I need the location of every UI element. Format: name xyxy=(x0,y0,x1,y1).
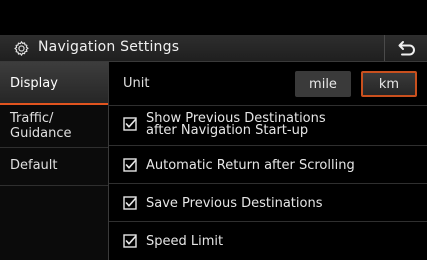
sidebar-item-label: Default xyxy=(10,158,58,173)
checkbox-checked-icon[interactable] xyxy=(123,158,137,172)
option-speed-limit[interactable]: Speed Limit xyxy=(109,222,427,260)
return-arrow-icon xyxy=(398,41,415,56)
option-automatic-return[interactable]: Automatic Return after Scrolling xyxy=(109,146,427,184)
option-label: Save Previous Destinations xyxy=(146,196,323,211)
option-label: Automatic Return after Scrolling xyxy=(146,158,355,173)
option-show-previous-destinations[interactable]: Show Previous Destinations after Navigat… xyxy=(109,106,427,146)
page-title: Navigation Settings xyxy=(38,39,180,55)
sidebar-item-label-line2: Guidance xyxy=(10,126,72,141)
sidebar: Display Traffic/ Guidance Default xyxy=(0,62,109,260)
sidebar-item-display[interactable]: Display xyxy=(0,62,108,105)
sidebar-item-label: Traffic/ xyxy=(10,111,54,126)
option-label: Show Previous Destinations after Navigat… xyxy=(146,112,326,138)
title-bar: Navigation Settings xyxy=(0,35,427,62)
unit-mile-button[interactable]: mile xyxy=(295,71,351,97)
unit-mile-label: mile xyxy=(309,76,337,92)
sidebar-item-default[interactable]: Default xyxy=(0,148,108,186)
sidebar-item-label: Display xyxy=(10,76,58,91)
checkbox-checked-icon[interactable] xyxy=(123,234,137,248)
option-save-previous-destinations[interactable]: Save Previous Destinations xyxy=(109,184,427,222)
sidebar-item-traffic-guidance[interactable]: Traffic/ Guidance xyxy=(0,105,108,148)
top-bar xyxy=(0,0,427,35)
option-label: Speed Limit xyxy=(146,234,224,249)
checkbox-checked-icon[interactable] xyxy=(123,117,137,131)
unit-km-label: km xyxy=(378,76,400,92)
back-button[interactable] xyxy=(384,35,427,61)
option-label-line2: after Navigation Start-up xyxy=(146,123,309,138)
checkbox-checked-icon[interactable] xyxy=(123,196,137,210)
unit-label: Unit xyxy=(123,76,150,91)
unit-km-button[interactable]: km xyxy=(361,71,417,97)
settings-panel: Unit mile km Show Previous Destinations … xyxy=(109,62,427,260)
unit-row: Unit mile km xyxy=(109,62,427,106)
gear-icon xyxy=(14,41,29,56)
